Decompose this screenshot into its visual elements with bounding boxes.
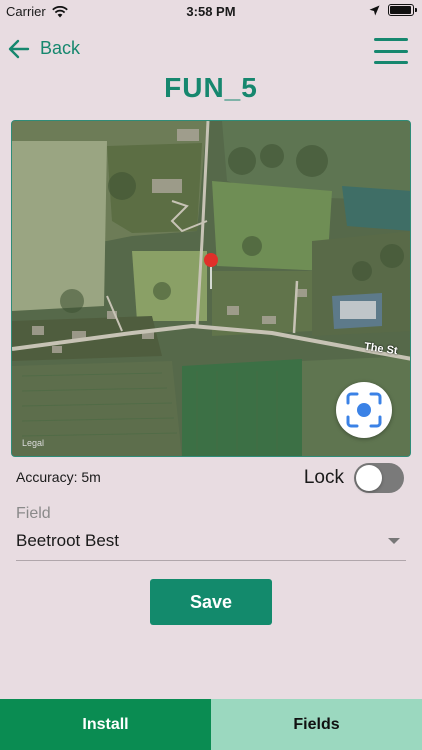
status-bar: Carrier 3:58 PM xyxy=(0,0,422,22)
satellite-map[interactable]: The St Legal xyxy=(11,120,411,457)
menu-line xyxy=(374,38,408,41)
tab-install[interactable]: Install xyxy=(0,699,211,750)
tab-bar: Install Fields xyxy=(0,699,422,750)
status-right xyxy=(369,4,417,16)
app-screen: Carrier 3:58 PM Back FUN_5 The St Legal … xyxy=(0,0,422,750)
hamburger-menu-icon[interactable] xyxy=(374,38,408,64)
field-value: Beetroot Best xyxy=(16,531,120,550)
caret-down-icon xyxy=(388,538,400,544)
navigation-bar: Back xyxy=(0,30,422,74)
tab-fields[interactable]: Fields xyxy=(211,699,422,750)
status-time: 3:58 PM xyxy=(186,4,236,19)
back-label: Back xyxy=(40,38,81,58)
legal-link[interactable]: Legal xyxy=(22,438,44,448)
page-title: FUN_5 xyxy=(164,72,258,103)
battery-level xyxy=(390,6,411,14)
map-pin-icon xyxy=(204,253,218,267)
battery-icon xyxy=(388,4,417,16)
location-target-icon xyxy=(346,392,382,428)
back-button[interactable]: Back xyxy=(8,38,80,59)
locate-button[interactable] xyxy=(336,382,392,438)
save-button[interactable]: Save xyxy=(150,579,272,625)
lock-label: Lock xyxy=(303,467,344,488)
menu-line xyxy=(374,49,408,53)
location-arrow-icon xyxy=(369,5,380,15)
menu-line xyxy=(374,61,408,64)
field-label: Field xyxy=(16,505,51,522)
field-dropdown[interactable]: Beetroot Best xyxy=(16,530,406,561)
toggle-knob xyxy=(356,465,382,491)
arrow-left-icon xyxy=(8,39,30,58)
lock-toggle[interactable] xyxy=(354,463,404,493)
accuracy-label: Accuracy: 5m xyxy=(16,469,101,485)
